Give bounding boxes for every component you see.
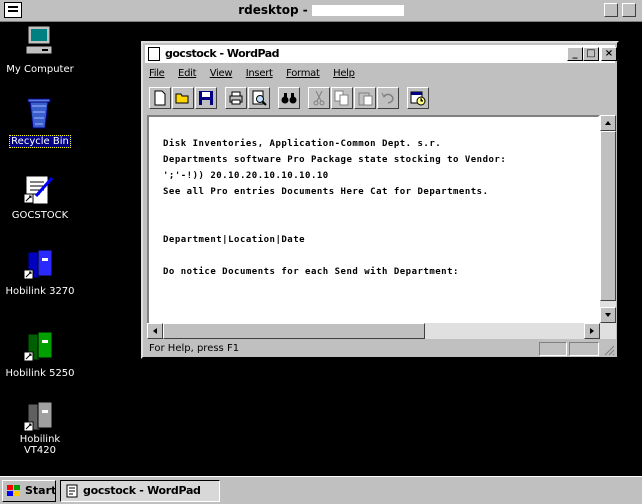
maximize-button[interactable]: □ [583, 47, 599, 61]
menu-help[interactable]: Help [333, 68, 355, 79]
close-button[interactable]: × [601, 47, 617, 61]
new-document-button[interactable] [149, 87, 171, 109]
desktop-icon-label: GOCSTOCK [11, 210, 69, 221]
rdesktop-title: rdesktop - [0, 3, 642, 17]
document-line: ';'-!)) 20.10.20.10.10.10.10 [163, 171, 329, 181]
document-line: Departments software Pro Package state s… [163, 155, 507, 165]
hobilink-gray-icon [23, 401, 53, 432]
arrow-up-icon [605, 121, 611, 125]
open-folder-icon [175, 93, 189, 104]
desktop-icon-recycle-bin[interactable]: Recycle Bin [0, 96, 80, 148]
scroll-right-button[interactable] [584, 323, 600, 339]
resize-grip-icon[interactable] [603, 344, 615, 356]
desktop-icon-label: My Computer [6, 64, 74, 75]
undo-button[interactable] [377, 87, 399, 109]
taskbar: Start gocstock - WordPad [0, 476, 642, 504]
scissors-icon [313, 90, 325, 106]
document-line: Do notice Documents for each Send with D… [163, 267, 459, 277]
menu-edit[interactable]: Edit [178, 68, 196, 79]
horizontal-scroll-thumb[interactable] [163, 323, 425, 339]
document-line: Disk Inventories, Application-Common Dep… [163, 139, 442, 149]
status-text: For Help, press F1 [149, 343, 240, 354]
vertical-scrollbar[interactable] [600, 115, 616, 339]
paste-icon [358, 92, 373, 106]
wordpad-document-icon [66, 484, 78, 498]
desktop-icon-my-computer[interactable]: My Computer [0, 24, 80, 75]
desktop-icon-hobilink-5250[interactable]: Hobilink 5250 [0, 330, 80, 380]
status-bar: For Help, press F1 [147, 342, 617, 357]
recycle-bin-icon [27, 98, 51, 129]
undo-icon [381, 92, 394, 104]
scroll-left-button[interactable] [147, 323, 163, 339]
rdesktop-title-text: rdesktop - [238, 3, 308, 17]
window-titlebar[interactable]: gocstock - WordPad _ □ × [145, 45, 617, 63]
desktop-icon-hobilink-3270[interactable]: Hobilink 3270 [0, 248, 80, 298]
print-button[interactable] [225, 87, 247, 109]
desktop-icon-label: Hobilink VT420 [19, 434, 61, 456]
print-preview-button[interactable] [248, 87, 270, 109]
calendar-clock-icon [410, 91, 426, 106]
copy-icon [334, 90, 349, 106]
menu-insert[interactable]: Insert [246, 68, 273, 79]
window-title: gocstock - WordPad [165, 47, 280, 60]
open-button[interactable] [172, 87, 194, 109]
start-button[interactable]: Start [2, 480, 56, 502]
wordpad-window: gocstock - WordPad _ □ × File Edit View … [141, 41, 619, 359]
hobilink-blue-icon [23, 249, 53, 280]
horizontal-scrollbar[interactable] [147, 323, 600, 339]
rdesktop-titlebar: rdesktop - [0, 0, 642, 22]
print-preview-icon [252, 90, 267, 106]
rdesktop-minimize-button[interactable] [604, 3, 618, 17]
taskbar-button-wordpad[interactable]: gocstock - WordPad [60, 480, 220, 502]
status-cell [569, 342, 599, 356]
document-line: See all Pro entries Documents Here Cat f… [163, 187, 489, 197]
date-time-button[interactable] [407, 87, 429, 109]
hobilink-green-icon [23, 331, 53, 362]
save-icon [199, 91, 213, 105]
cut-button[interactable] [308, 87, 330, 109]
paste-button[interactable] [354, 87, 376, 109]
document-line: Department|Location|Date [163, 235, 306, 245]
arrow-left-icon [153, 328, 157, 334]
status-cell [539, 342, 567, 356]
menu-bar: File Edit View Insert Format Help [149, 66, 365, 80]
document-area[interactable]: Disk Inventories, Application-Common Dep… [147, 115, 600, 339]
start-label: Start [25, 484, 57, 497]
copy-button[interactable] [331, 87, 353, 109]
new-document-icon [154, 90, 166, 106]
menu-format[interactable]: Format [286, 68, 320, 79]
minimize-button[interactable]: _ [567, 47, 583, 61]
desktop-icon-label: Recycle Bin [9, 135, 71, 148]
scroll-down-button[interactable] [600, 307, 616, 323]
rdesktop-maximize-button[interactable] [622, 3, 636, 17]
computer-icon [25, 25, 53, 55]
desktop-icon-label: Hobilink 3270 [5, 286, 75, 297]
wordpad-document-icon [23, 175, 54, 205]
taskbar-button-label: gocstock - WordPad [83, 484, 201, 497]
binoculars-icon [281, 93, 297, 104]
desktop-icon-gocstock[interactable]: GOCSTOCK [0, 172, 80, 222]
save-button[interactable] [195, 87, 217, 109]
windows-logo-icon [7, 485, 20, 496]
arrow-right-icon [590, 328, 594, 334]
arrow-down-icon [605, 313, 611, 317]
menu-file[interactable]: File [149, 68, 165, 79]
menu-view[interactable]: View [210, 68, 233, 79]
printer-icon [229, 91, 243, 105]
scroll-up-button[interactable] [600, 115, 616, 131]
rdesktop-hostname-redacted [311, 5, 404, 16]
vertical-scroll-thumb[interactable] [600, 131, 616, 301]
desktop-icon-hobilink-vt420[interactable]: Hobilink VT420 [0, 400, 80, 460]
wordpad-app-icon[interactable] [148, 47, 160, 61]
find-button[interactable] [278, 87, 300, 109]
desktop-icon-label: Hobilink 5250 [5, 368, 75, 379]
